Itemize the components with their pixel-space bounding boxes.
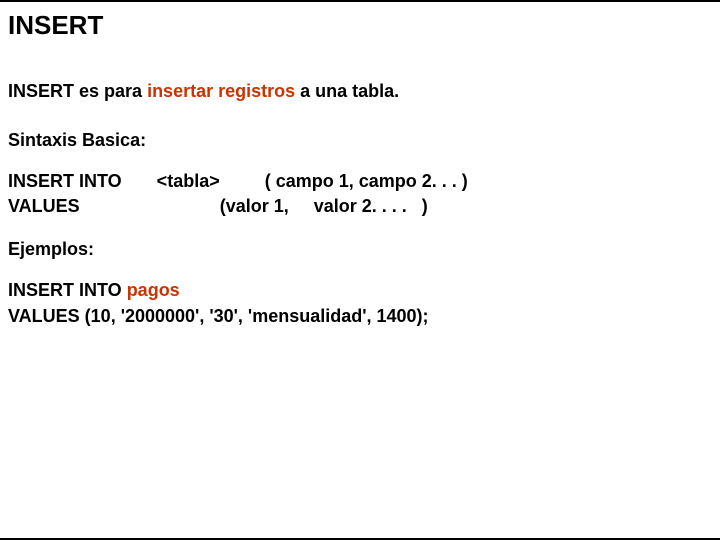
intro-prefix: INSERT es para bbox=[8, 81, 147, 101]
example-row-2: VALUES (10, '2000000', '30', 'mensualida… bbox=[8, 304, 712, 329]
intro-highlight: insertar registros bbox=[147, 81, 295, 101]
syntax-row-1: INSERT INTO <tabla> ( campo 1, campo 2. … bbox=[8, 169, 712, 194]
example-row-1-prefix: INSERT INTO bbox=[8, 280, 127, 300]
intro-suffix: a una tabla. bbox=[295, 81, 399, 101]
example-row-1: INSERT INTO pagos bbox=[8, 278, 712, 303]
examples-label: Ejemplos: bbox=[8, 239, 712, 260]
slide-title: INSERT bbox=[8, 10, 712, 41]
example-row-1-highlight: pagos bbox=[127, 280, 180, 300]
syntax-label: Sintaxis Basica: bbox=[8, 130, 712, 151]
syntax-block: INSERT INTO <tabla> ( campo 1, campo 2. … bbox=[8, 169, 712, 219]
example-block: INSERT INTO pagos VALUES (10, '2000000',… bbox=[8, 278, 712, 328]
syntax-row-2: VALUES (valor 1, valor 2. . . . ) bbox=[8, 194, 712, 219]
slide: INSERT INSERT es para insertar registros… bbox=[0, 0, 720, 540]
intro-line: INSERT es para insertar registros a una … bbox=[8, 81, 712, 102]
